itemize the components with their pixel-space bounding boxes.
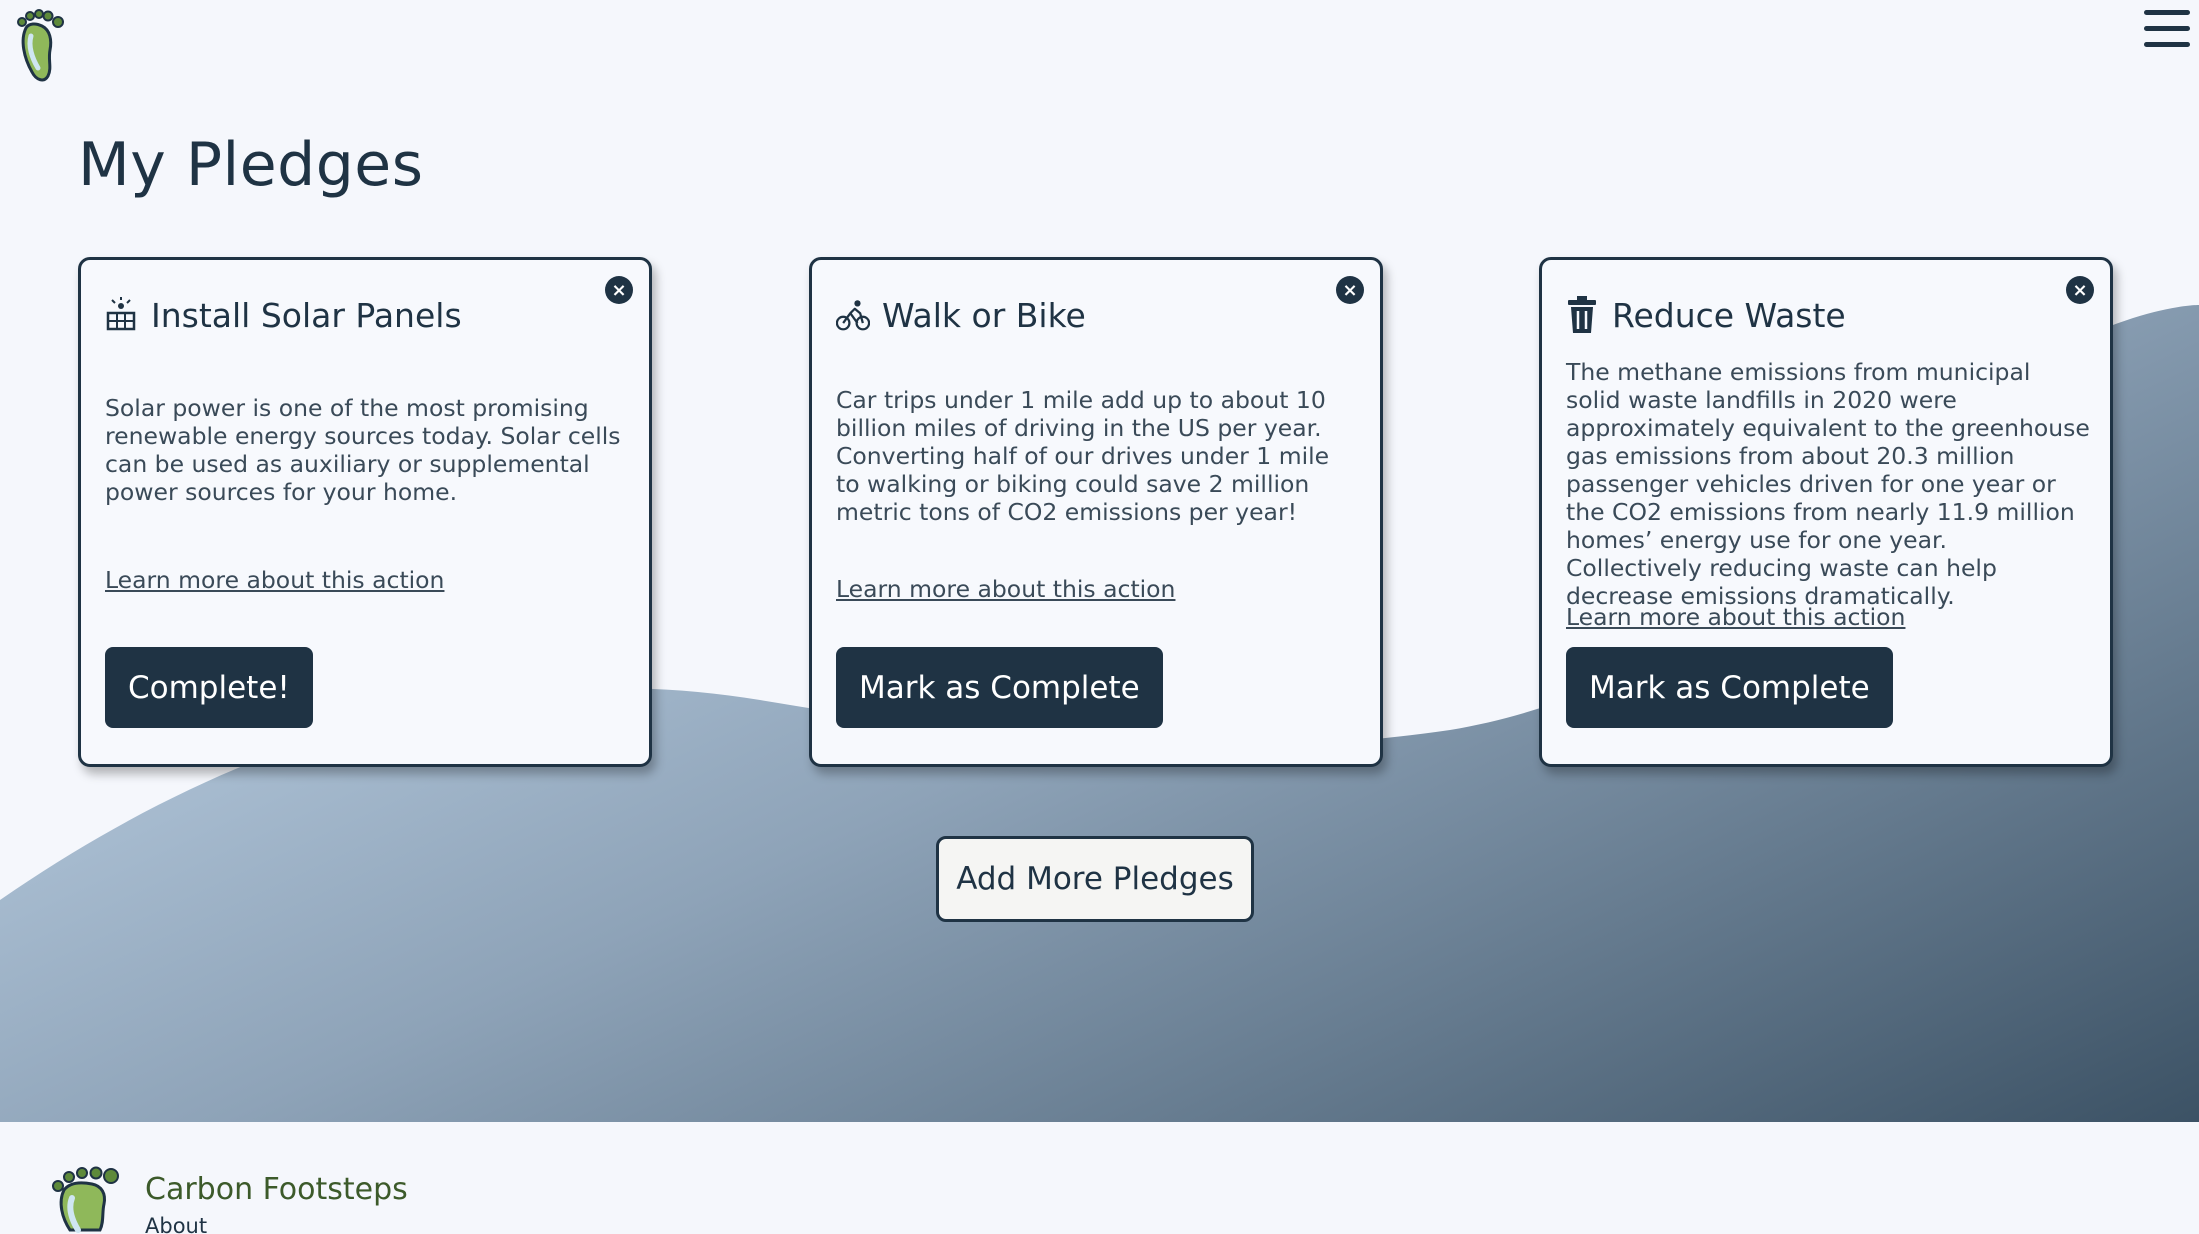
bicycle-icon — [836, 295, 870, 335]
hamburger-menu-icon[interactable] — [2144, 10, 2192, 54]
mark-complete-button[interactable]: Mark as Complete — [1566, 647, 1893, 728]
learn-more-link[interactable]: Learn more about this action — [105, 566, 444, 594]
menu-bar — [2144, 42, 2190, 47]
footer-brand: Carbon Footsteps — [145, 1172, 408, 1207]
learn-more-link[interactable]: Learn more about this action — [836, 575, 1175, 603]
card-description: Solar power is one of the most promising… — [105, 394, 621, 506]
menu-bar — [2144, 26, 2190, 31]
pledge-card-solar: × Install Solar Panels Solar power is on… — [78, 257, 652, 767]
learn-more-link[interactable]: Learn more about this action — [1566, 603, 1905, 631]
solar-panel-icon — [105, 295, 139, 335]
card-title: Install Solar Panels — [151, 295, 462, 335]
footprint-logo-icon — [52, 1166, 119, 1233]
close-icon[interactable]: × — [1336, 276, 1364, 304]
card-header: Install Solar Panels — [105, 295, 462, 335]
card-header: Walk or Bike — [836, 295, 1086, 335]
close-icon[interactable]: × — [605, 276, 633, 304]
mark-complete-button[interactable]: Mark as Complete — [836, 647, 1163, 728]
card-header: Reduce Waste — [1566, 295, 1846, 335]
pledge-card-walk-bike: × Walk or Bike Car trips under 1 mile ad… — [809, 257, 1383, 767]
card-title: Reduce Waste — [1612, 295, 1846, 335]
footer-about-link[interactable]: About — [145, 1214, 207, 1234]
card-description: The methane emissions from municipal sol… — [1566, 358, 2090, 610]
card-title: Walk or Bike — [882, 295, 1086, 335]
complete-button[interactable]: Complete! — [105, 647, 313, 728]
close-icon[interactable]: × — [2066, 276, 2094, 304]
menu-bar — [2144, 10, 2190, 15]
footprint-logo-icon[interactable] — [14, 6, 64, 84]
add-more-pledges-button[interactable]: Add More Pledges — [936, 836, 1254, 922]
card-description: Car trips under 1 mile add up to about 1… — [836, 386, 1330, 526]
pledge-card-reduce-waste: × Reduce Waste The methane emissions fro… — [1539, 257, 2113, 767]
footer: Carbon Footsteps About — [0, 1122, 2199, 1234]
page-title: My Pledges — [78, 130, 424, 200]
trash-icon — [1566, 295, 1600, 335]
